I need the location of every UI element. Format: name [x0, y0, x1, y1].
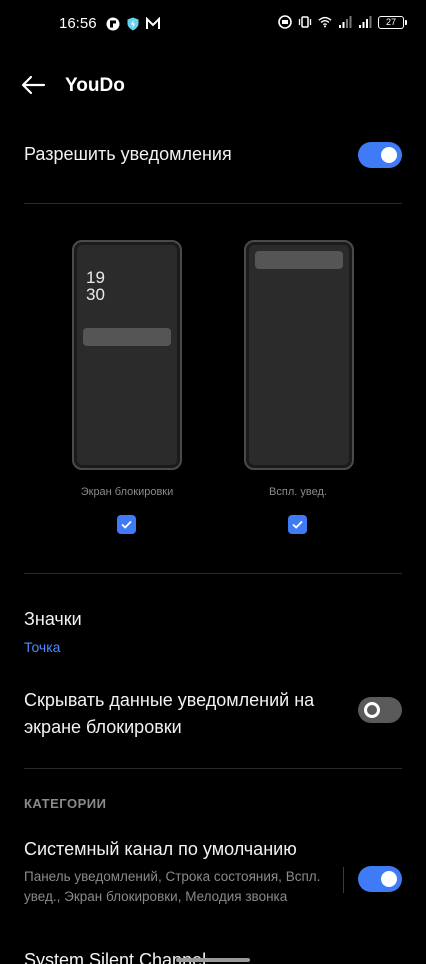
- preview-banner-bar: [255, 251, 343, 269]
- preview-clock-minutes: 30: [86, 285, 105, 304]
- divider: [24, 203, 402, 204]
- home-indicator[interactable]: [176, 958, 250, 962]
- default-channel-desc: Панель уведомлений, Строка состояния, Вс…: [24, 869, 321, 904]
- mail-icon: [146, 17, 160, 29]
- allow-notifications-toggle[interactable]: [358, 142, 402, 168]
- hide-content-row[interactable]: Скрывать данные уведомлений на экране бл…: [0, 684, 426, 744]
- banner-preview[interactable]: [244, 240, 354, 470]
- preview-notification-bar: [83, 328, 171, 346]
- lockscreen-preview-label: Экран блокировки: [80, 486, 174, 498]
- app-bar: YouDo: [0, 62, 426, 110]
- categories-header: КАТЕГОРИИ: [24, 796, 107, 811]
- check-icon: [121, 520, 132, 529]
- divider: [343, 867, 344, 893]
- default-channel-row[interactable]: Системный канал по умолчанию Панель увед…: [0, 834, 426, 934]
- banner-preview-label: Вспл. увед.: [269, 486, 327, 498]
- lockscreen-checkbox[interactable]: [117, 515, 136, 534]
- divider: [24, 768, 402, 769]
- page-title: YouDo: [65, 75, 125, 96]
- divider: [24, 573, 402, 574]
- hide-content-toggle[interactable]: [358, 697, 402, 723]
- lockscreen-preview[interactable]: 19 30: [72, 240, 182, 470]
- preview-clock-hours: 19: [86, 268, 105, 287]
- badges-value: Точка: [24, 639, 61, 655]
- signal-icon: [359, 16, 372, 28]
- badges-label: Значки: [24, 609, 82, 629]
- app-notification-icon: [106, 17, 120, 31]
- badges-row[interactable]: Значки Точка: [0, 604, 426, 660]
- battery-icon: 27: [378, 15, 407, 29]
- data-saver-icon: [278, 15, 292, 29]
- default-channel-toggle[interactable]: [358, 866, 402, 892]
- allow-notifications-row[interactable]: Разрешить уведомления: [0, 134, 426, 178]
- status-bar: 16:56 27: [0, 0, 426, 50]
- allow-notifications-label: Разрешить уведомления: [24, 144, 232, 164]
- banner-checkbox[interactable]: [288, 515, 307, 534]
- back-arrow-icon[interactable]: [20, 72, 46, 98]
- wifi-icon: [318, 16, 332, 28]
- check-icon: [292, 520, 303, 529]
- default-channel-label: Системный канал по умолчанию: [24, 839, 297, 859]
- signal-icon: [339, 16, 352, 28]
- hide-content-label: Скрывать данные уведомлений на экране бл…: [24, 690, 315, 737]
- shield-vpn-icon: [127, 17, 139, 31]
- status-time: 16:56: [59, 15, 97, 32]
- vibrate-icon: [298, 16, 312, 28]
